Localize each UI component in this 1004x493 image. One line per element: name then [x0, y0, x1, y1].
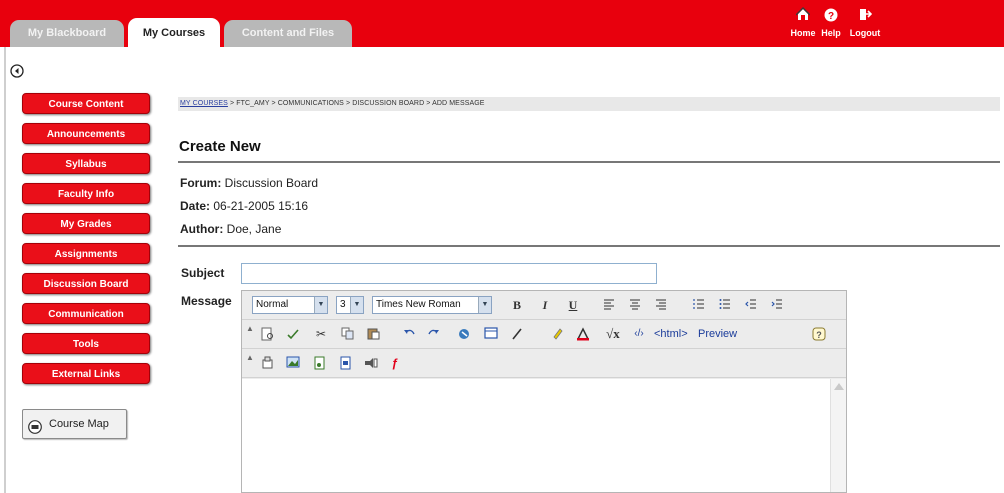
insert-video-icon[interactable]	[334, 353, 356, 373]
home-icon	[790, 6, 816, 28]
nav-course-content[interactable]: Course Content	[22, 93, 150, 114]
collapse-menu-icon[interactable]	[10, 64, 24, 78]
numbered-list-icon[interactable]	[688, 295, 710, 315]
breadcrumb: MY COURSES > FTC_AMY > COMMUNICATIONS > …	[178, 97, 1000, 111]
divider	[178, 245, 1000, 247]
nav-communication[interactable]: Communication	[22, 303, 150, 324]
insert-image-icon[interactable]	[282, 353, 304, 373]
nav-assignments[interactable]: Assignments	[22, 243, 150, 264]
nav-my-grades[interactable]: My Grades	[22, 213, 150, 234]
nav-faculty-info[interactable]: Faculty Info	[22, 183, 150, 204]
preview-button[interactable]: Preview	[698, 324, 737, 344]
tab-my-blackboard[interactable]: My Blackboard	[10, 20, 124, 47]
undo-icon[interactable]	[398, 324, 420, 344]
nav-tools[interactable]: Tools	[22, 333, 150, 354]
hyperlink-icon[interactable]	[454, 324, 476, 344]
svg-text:?: ?	[828, 11, 834, 22]
paste-icon[interactable]	[362, 324, 384, 344]
tab-content-and-files[interactable]: Content and Files	[224, 20, 352, 47]
author-info: Author: Doe, Jane	[180, 222, 281, 236]
italic-icon[interactable]: I	[534, 295, 556, 315]
copy-icon[interactable]	[336, 324, 358, 344]
nav-announcements[interactable]: Announcements	[22, 123, 150, 144]
paragraph-format-value: Normal	[256, 299, 289, 310]
chevron-down-icon: ▼	[350, 297, 363, 313]
align-left-icon[interactable]	[598, 295, 620, 315]
forum-value: Discussion Board	[224, 176, 319, 190]
editor-help-icon[interactable]: ?	[808, 324, 830, 344]
bold-icon[interactable]: B	[506, 295, 528, 315]
chevron-down-icon: ▼	[314, 297, 327, 313]
attach-file-icon[interactable]	[256, 353, 278, 373]
cut-icon[interactable]: ✂	[310, 324, 332, 344]
breadcrumb-my-courses-link[interactable]: MY COURSES	[180, 100, 228, 107]
help-icon: ?	[820, 6, 842, 28]
forum-label: Forum:	[180, 176, 222, 190]
date-value: 06-21-2005 15:16	[213, 199, 309, 213]
logout-link[interactable]: Logout	[845, 6, 885, 38]
font-family-value: Times New Roman	[376, 299, 461, 310]
date-label: Date:	[180, 199, 211, 213]
font-family-select[interactable]: Times New Roman ▼	[372, 296, 492, 314]
course-map-label: Course Map	[49, 418, 109, 430]
editor-toolbar-row-2: ▲ ✂ √x ‹/› <html> Preview ?	[242, 320, 846, 349]
font-size-select[interactable]: 3 ▼	[336, 296, 364, 314]
chevron-down-icon: ▼	[478, 297, 491, 313]
paragraph-format-select[interactable]: Normal ▼	[252, 296, 328, 314]
equation-editor-icon[interactable]: √x	[602, 324, 624, 344]
align-center-icon[interactable]	[624, 295, 646, 315]
author-label: Author:	[180, 222, 224, 236]
subject-label: Subject	[181, 266, 225, 280]
message-label: Message	[181, 294, 232, 308]
logout-label: Logout	[849, 28, 881, 38]
font-color-icon[interactable]	[572, 324, 594, 344]
rich-text-editor: Normal ▼ 3 ▼ Times New Roman ▼ B I U ▲ ✂ √x…	[241, 290, 847, 493]
editor-toolbar-row-3: ▲ ƒ	[242, 349, 846, 378]
insert-multimedia-icon[interactable]	[360, 353, 382, 373]
divider	[178, 161, 1000, 163]
spellcheck-icon[interactable]	[282, 324, 304, 344]
nav-syllabus[interactable]: Syllabus	[22, 153, 150, 174]
top-navigation-bar: My Blackboard My Courses Content and Fil…	[0, 0, 1004, 47]
outdent-icon[interactable]	[740, 295, 762, 315]
align-right-icon[interactable]	[650, 295, 672, 315]
highlight-color-icon[interactable]	[546, 324, 568, 344]
vertical-scrollbar[interactable]	[830, 379, 846, 492]
forum-info: Forum: Discussion Board	[180, 176, 318, 190]
scroll-up-icon[interactable]	[834, 383, 844, 390]
course-map-button[interactable]: Course Map	[22, 409, 127, 439]
toolbar-grip-icon: ▲	[246, 324, 254, 333]
table-icon[interactable]	[480, 324, 502, 344]
date-info: Date: 06-21-2005 15:16	[180, 199, 308, 213]
svg-text:?: ?	[816, 330, 822, 340]
font-size-value: 3	[340, 299, 346, 310]
nav-discussion-board[interactable]: Discussion Board	[22, 273, 150, 294]
print-preview-icon[interactable]	[256, 324, 278, 344]
course-map-icon	[28, 417, 42, 434]
toolbar-grip-icon: ▲	[246, 353, 254, 362]
editor-toolbar-row-1: Normal ▼ 3 ▼ Times New Roman ▼ B I U	[242, 291, 846, 320]
redo-icon[interactable]	[422, 324, 444, 344]
author-value: Doe, Jane	[226, 222, 282, 236]
tab-my-courses[interactable]: My Courses	[128, 18, 220, 47]
html-mode-button[interactable]: <html>	[654, 324, 688, 344]
home-link[interactable]: Home	[790, 6, 816, 38]
left-frame-border	[4, 47, 6, 493]
breadcrumb-path: > FTC_AMY > COMMUNICATIONS > DISCUSSION …	[227, 100, 485, 107]
home-label: Home	[790, 28, 816, 38]
help-label: Help	[821, 28, 841, 38]
indent-icon[interactable]	[766, 295, 788, 315]
bullet-list-icon[interactable]	[714, 295, 736, 315]
subject-input[interactable]	[241, 263, 657, 284]
insert-audio-icon[interactable]	[308, 353, 330, 373]
help-link[interactable]: ? Help	[820, 6, 842, 38]
nav-external-links[interactable]: External Links	[22, 363, 150, 384]
underline-icon[interactable]: U	[562, 295, 584, 315]
view-source-icon[interactable]: ‹/›	[628, 324, 650, 344]
insert-flash-icon[interactable]: ƒ	[384, 353, 406, 373]
message-text-area[interactable]	[242, 379, 846, 492]
page-title: Create New	[179, 138, 261, 155]
logout-icon	[845, 6, 885, 28]
draw-line-icon[interactable]	[506, 324, 528, 344]
